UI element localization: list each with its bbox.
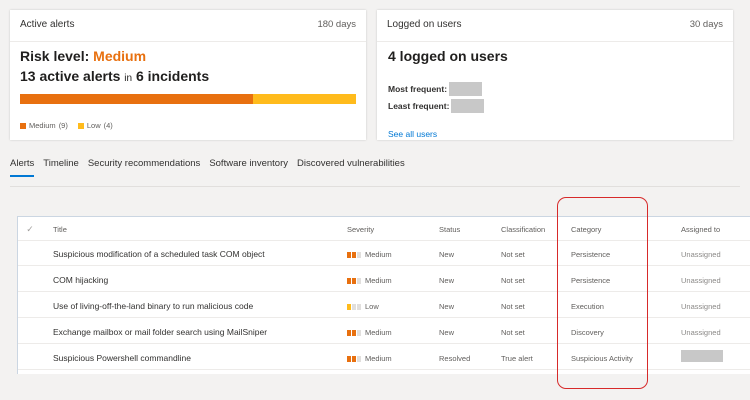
column-header-classification[interactable]: Classification: [501, 225, 545, 234]
cell-category: Discovery: [571, 328, 604, 337]
cell-title[interactable]: Exchange mailbox or mail folder search u…: [53, 327, 267, 337]
cell-severity: Low: [347, 302, 379, 311]
toolbar-band: [10, 186, 740, 216]
cell-severity: Medium: [347, 250, 392, 259]
cell-classification: Not set: [501, 328, 525, 337]
legend-label: Medium: [29, 121, 56, 130]
most-frequent-row: Most frequent:: [388, 82, 483, 96]
cell-severity: Medium: [347, 276, 392, 285]
table-row[interactable]: COM hijacking Medium New Not set Persistence…: [18, 267, 750, 292]
card-header: Logged on users 30 days: [387, 19, 723, 30]
risk-level: Risk level: Medium: [20, 48, 146, 64]
legend-swatch-low: [77, 122, 84, 129]
cell-status: New: [439, 250, 455, 259]
legend-count: (9): [58, 121, 68, 130]
redacted-assignee: [681, 350, 723, 362]
severity-icon: [347, 252, 361, 259]
cell-title[interactable]: Suspicious modification of a scheduled t…: [53, 249, 265, 259]
risk-level-label: Risk level:: [20, 48, 90, 64]
legend-item-low: Low (4): [77, 121, 113, 130]
severity-bar-medium: [20, 94, 253, 104]
divider: [10, 41, 366, 42]
most-frequent-label: Most frequent:: [388, 84, 448, 94]
active-alerts-card: Active alerts 180 days Risk level: Mediu…: [10, 10, 366, 140]
cell-assigned-to: Unassigned: [681, 276, 721, 285]
cell-assigned-to: Unassigned: [681, 328, 721, 337]
tab-discovered-vulnerabilities[interactable]: Discovered vulnerabilities: [297, 158, 405, 177]
cell-category: Execution: [571, 302, 604, 311]
cell-title[interactable]: Use of living-off-the-land binary to run…: [53, 301, 253, 311]
column-header-severity[interactable]: Severity: [347, 225, 374, 234]
severity-legend: Medium (9) Low (4): [20, 121, 113, 130]
severity-icon: [347, 278, 361, 285]
severity-label: Medium: [365, 354, 392, 363]
period-label: 30 days: [689, 19, 723, 30]
logged-on-users-card: Logged on users 30 days 4 logged on user…: [377, 10, 733, 140]
cell-classification: Not set: [501, 276, 525, 285]
legend-item-medium: Medium (9): [20, 121, 68, 130]
cell-assigned-to: Unassigned: [681, 250, 721, 259]
alerts-count: 13 active alerts: [20, 68, 121, 84]
cell-status: New: [439, 328, 455, 337]
cell-severity: Medium: [347, 328, 392, 337]
tab-security-recommendations[interactable]: Security recommendations: [88, 158, 200, 177]
severity-label: Medium: [365, 250, 392, 259]
card-title: Active alerts: [20, 19, 75, 30]
cell-status: New: [439, 276, 455, 285]
table-header: ✓ Title Severity Status Classification C…: [18, 217, 750, 241]
cell-severity: Medium: [347, 354, 392, 363]
cell-category: Suspicious Activity: [571, 354, 633, 363]
card-title: Logged on users: [387, 19, 462, 30]
logged-on-count: 4 logged on users: [388, 48, 508, 64]
table-row[interactable]: Use of living-off-the-land binary to run…: [18, 293, 750, 318]
severity-icon: [347, 330, 361, 337]
severity-bar: [20, 94, 356, 104]
cell-classification: True alert: [501, 354, 533, 363]
table-row[interactable]: Suspicious Powershell commandline Medium R…: [18, 345, 750, 370]
cell-status: Resolved: [439, 354, 471, 363]
in-word: in: [124, 73, 133, 84]
divider: [377, 41, 733, 42]
redacted-user: [451, 99, 485, 113]
legend-count: (4): [103, 121, 113, 130]
least-frequent-row: Least frequent:: [388, 99, 485, 113]
cell-title[interactable]: COM hijacking: [53, 275, 108, 285]
risk-level-value: Medium: [93, 48, 147, 64]
tab-software-inventory[interactable]: Software inventory: [209, 158, 288, 177]
see-all-users-link[interactable]: See all users: [388, 129, 437, 139]
severity-icon: [347, 304, 361, 311]
cell-category: Persistence: [571, 276, 611, 285]
legend-swatch-medium: [20, 122, 26, 129]
alerts-summary: 13 active alerts in 6 incidents: [20, 68, 209, 84]
cell-assigned-to: Unassigned: [681, 302, 721, 311]
tab-timeline[interactable]: Timeline: [43, 158, 79, 177]
card-header: Active alerts 180 days: [20, 19, 356, 30]
severity-label: Medium: [365, 276, 392, 285]
incidents-count: 6 incidents: [135, 68, 210, 84]
cell-classification: Not set: [501, 250, 525, 259]
check-icon[interactable]: ✓: [24, 223, 36, 235]
legend-label: Low: [86, 121, 101, 130]
tab-bar: Alerts Timeline Security recommendations…: [10, 158, 405, 177]
severity-label: Medium: [365, 328, 392, 337]
least-frequent-label: Least frequent:: [388, 101, 450, 111]
column-header-title[interactable]: Title: [53, 225, 67, 234]
severity-icon: [347, 356, 361, 363]
table-row[interactable]: Suspicious modification of a scheduled t…: [18, 241, 750, 266]
alerts-table: ✓ Title Severity Status Classification C…: [17, 216, 750, 374]
cell-classification: Not set: [501, 302, 525, 311]
severity-bar-low: [252, 94, 356, 104]
column-header-status[interactable]: Status: [439, 225, 460, 234]
redacted-user: [449, 82, 483, 96]
cell-status: New: [439, 302, 455, 311]
column-header-category[interactable]: Category: [571, 225, 601, 234]
table-row[interactable]: Exchange mailbox or mail folder search u…: [18, 319, 750, 344]
cell-category: Persistence: [571, 250, 611, 259]
cell-title[interactable]: Suspicious Powershell commandline: [53, 353, 191, 363]
severity-label: Low: [365, 302, 379, 311]
tab-alerts[interactable]: Alerts: [10, 158, 35, 177]
column-header-assigned-to[interactable]: Assigned to: [681, 225, 720, 234]
period-label: 180 days: [317, 19, 356, 30]
